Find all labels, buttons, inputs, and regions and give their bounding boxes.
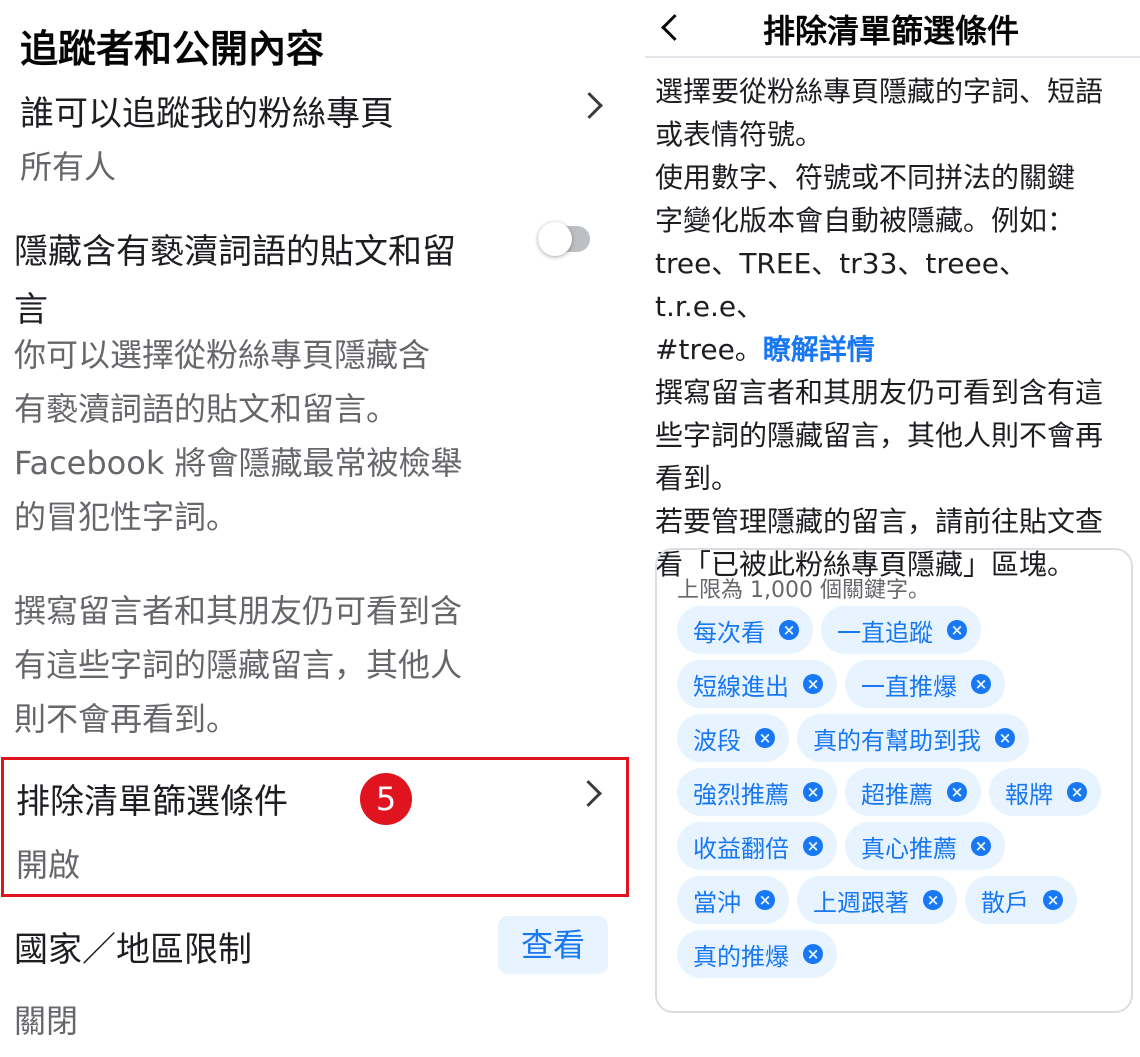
desc-line: 使用數字、符號或不同拼法的關鍵 [655, 161, 1076, 194]
country-restriction-title: 國家／地區限制 [14, 930, 252, 970]
keyword-chip[interactable]: 每次看 × [677, 606, 813, 654]
keyword-chip[interactable]: 上週跟著 × [797, 876, 957, 924]
desc-line: 撰寫留言者和其朋友仍可看到含有這 [655, 376, 1104, 409]
keyword-label: 一直追蹤 [837, 618, 933, 647]
chevron-right-icon [576, 92, 603, 119]
keyword-chip[interactable]: 真的有幫助到我 × [797, 714, 1029, 762]
remove-keyword-icon[interactable]: × [755, 890, 775, 910]
page-title: 追蹤者和公開內容 [20, 27, 325, 71]
keyword-label: 短線進出 [693, 672, 789, 701]
keyword-chip[interactable]: 當沖 × [677, 876, 789, 924]
desc-line: 你可以選擇從粉絲專頁隱藏含 [14, 336, 431, 374]
keyword-label: 每次看 [693, 618, 765, 647]
desc-line: 些字詞的隱藏留言，其他人則不會再 [655, 419, 1104, 452]
remove-keyword-icon[interactable]: × [923, 890, 943, 910]
remove-keyword-icon[interactable]: × [995, 728, 1015, 748]
keyword-label: 一直推爆 [861, 672, 957, 701]
keyword-label: 當沖 [693, 888, 741, 917]
keyword-chip[interactable]: 收益翻倍 × [677, 822, 837, 870]
keyword-chip[interactable]: 一直追蹤 × [821, 606, 981, 654]
remove-keyword-icon[interactable]: × [803, 782, 823, 802]
profanity-toggle[interactable] [538, 222, 590, 256]
keyword-chip[interactable]: 報牌 × [989, 768, 1101, 816]
note-line: 則不會再看到。 [14, 700, 239, 738]
desc-line: 有褻瀆詞語的貼文和留言。 [14, 390, 399, 428]
hide-profanity-title: 隱藏含有褻瀆詞語的貼文和留 [14, 232, 456, 272]
hidden-comments-note: 撰寫留言者和其朋友仍可看到含 有這些字詞的隱藏留言，其他人 則不會再看到。 [14, 584, 614, 746]
blocklist-value: 開啟 [16, 846, 81, 884]
blocklist-panel: 排除清單篩選條件 選擇要從粉絲專頁隱藏的字詞、短語 或表情符號。 使用數字、符號… [645, 0, 1140, 1057]
remove-keyword-icon[interactable]: × [1043, 890, 1063, 910]
desc-line: 或表情符號。 [655, 118, 824, 151]
keyword-chip[interactable]: 散戶 × [965, 876, 1077, 924]
remove-keyword-icon[interactable]: × [755, 728, 775, 748]
keyword-label: 報牌 [1005, 780, 1053, 809]
desc-line: 字變化版本會自動被隱藏。例如： [655, 204, 1076, 237]
toggle-knob [538, 222, 572, 256]
remove-keyword-icon[interactable]: × [971, 674, 991, 694]
remove-keyword-icon[interactable]: × [779, 620, 799, 640]
remove-keyword-icon[interactable]: × [803, 944, 823, 964]
header-divider [645, 56, 1140, 58]
blocklist-setting-row[interactable]: 排除清單篩選條件 5 開啟 [1, 757, 629, 897]
desc-line: tree、TREE、tr33、treee、t.r.e.e、 [655, 247, 1027, 323]
keyword-chip[interactable]: 短線進出 × [677, 660, 837, 708]
note-line: 有這些字詞的隱藏留言，其他人 [14, 646, 463, 684]
remove-keyword-icon[interactable]: × [803, 674, 823, 694]
keyword-chip-list: 每次看 × 一直追蹤 × 短線進出 × 一直推爆 × 波段 × 真的有幫助到我 × 強烈推薦 × 超推薦 × 報… [677, 606, 1117, 978]
keyword-chip[interactable]: 強烈推薦 × [677, 768, 837, 816]
desc-line: Facebook 將會隱藏最常被檢舉 [14, 444, 463, 482]
settings-panel: 追蹤者和公開內容 誰可以追蹤我的粉絲專頁 所有人 隱藏含有褻瀆詞語的貼文和留 言… [0, 0, 640, 1057]
keyword-chip[interactable]: 波段 × [677, 714, 789, 762]
learn-more-link[interactable]: 瞭解詳情 [763, 333, 875, 366]
keyword-box[interactable]: 上限為 1,000 個關鍵字。 每次看 × 一直追蹤 × 短線進出 × 一直推爆 × 波段 × 真的… [655, 548, 1133, 1013]
desc-line: 的冒犯性字詞。 [14, 498, 239, 536]
blocklist-description: 選擇要從粉絲專頁隱藏的字詞、短語 或表情符號。 使用數字、符號或不同拼法的關鍵 … [655, 70, 1135, 586]
note-line: 撰寫留言者和其朋友仍可看到含 [14, 592, 463, 630]
example-tag: #tree。 [655, 333, 763, 366]
remove-keyword-icon[interactable]: × [803, 836, 823, 856]
hide-profanity-title-cont: 言 [14, 290, 48, 330]
keyword-chip[interactable]: 一直推爆 × [845, 660, 1005, 708]
keyword-label: 真心推薦 [861, 834, 957, 863]
back-icon[interactable] [661, 14, 688, 41]
keyword-label: 超推薦 [861, 780, 933, 809]
keyword-label: 真的推爆 [693, 942, 789, 971]
step-badge: 5 [360, 773, 412, 825]
follow-setting-title: 誰可以追蹤我的粉絲專頁 [20, 94, 394, 134]
follow-setting-row[interactable]: 誰可以追蹤我的粉絲專頁 所有人 [0, 78, 630, 188]
desc-line: 看到。 [655, 462, 740, 495]
chevron-right-icon [575, 780, 602, 807]
keyword-limit: 上限為 1,000 個關鍵字。 [677, 578, 930, 603]
remove-keyword-icon[interactable]: × [971, 836, 991, 856]
keyword-chip[interactable]: 真心推薦 × [845, 822, 1005, 870]
blocklist-title: 排除清單篩選條件 [16, 782, 288, 822]
keyword-label: 上週跟著 [813, 888, 909, 917]
desc-line: 選擇要從粉絲專頁隱藏的字詞、短語 [655, 75, 1104, 108]
follow-setting-value: 所有人 [20, 148, 117, 186]
remove-keyword-icon[interactable]: × [947, 620, 967, 640]
desc-line: 若要管理隱藏的留言，請前往貼文查 [655, 505, 1104, 538]
keyword-label: 散戶 [981, 888, 1029, 917]
keyword-chip[interactable]: 超推薦 × [845, 768, 981, 816]
blocklist-panel-title: 排除清單篩選條件 [763, 12, 1020, 50]
keyword-label: 真的有幫助到我 [813, 726, 981, 755]
keyword-label: 強烈推薦 [693, 780, 789, 809]
country-restriction-value: 關閉 [14, 1002, 79, 1040]
view-button[interactable]: 查看 [498, 916, 608, 974]
remove-keyword-icon[interactable]: × [1067, 782, 1087, 802]
keyword-label: 波段 [693, 726, 741, 755]
remove-keyword-icon[interactable]: × [947, 782, 967, 802]
hide-profanity-description: 你可以選擇從粉絲專頁隱藏含 有褻瀆詞語的貼文和留言。 Facebook 將會隱藏… [14, 328, 614, 544]
keyword-chip[interactable]: 真的推爆 × [677, 930, 837, 978]
keyword-label: 收益翻倍 [693, 834, 789, 863]
desc-line: #tree。瞭解詳情 [655, 328, 1135, 371]
